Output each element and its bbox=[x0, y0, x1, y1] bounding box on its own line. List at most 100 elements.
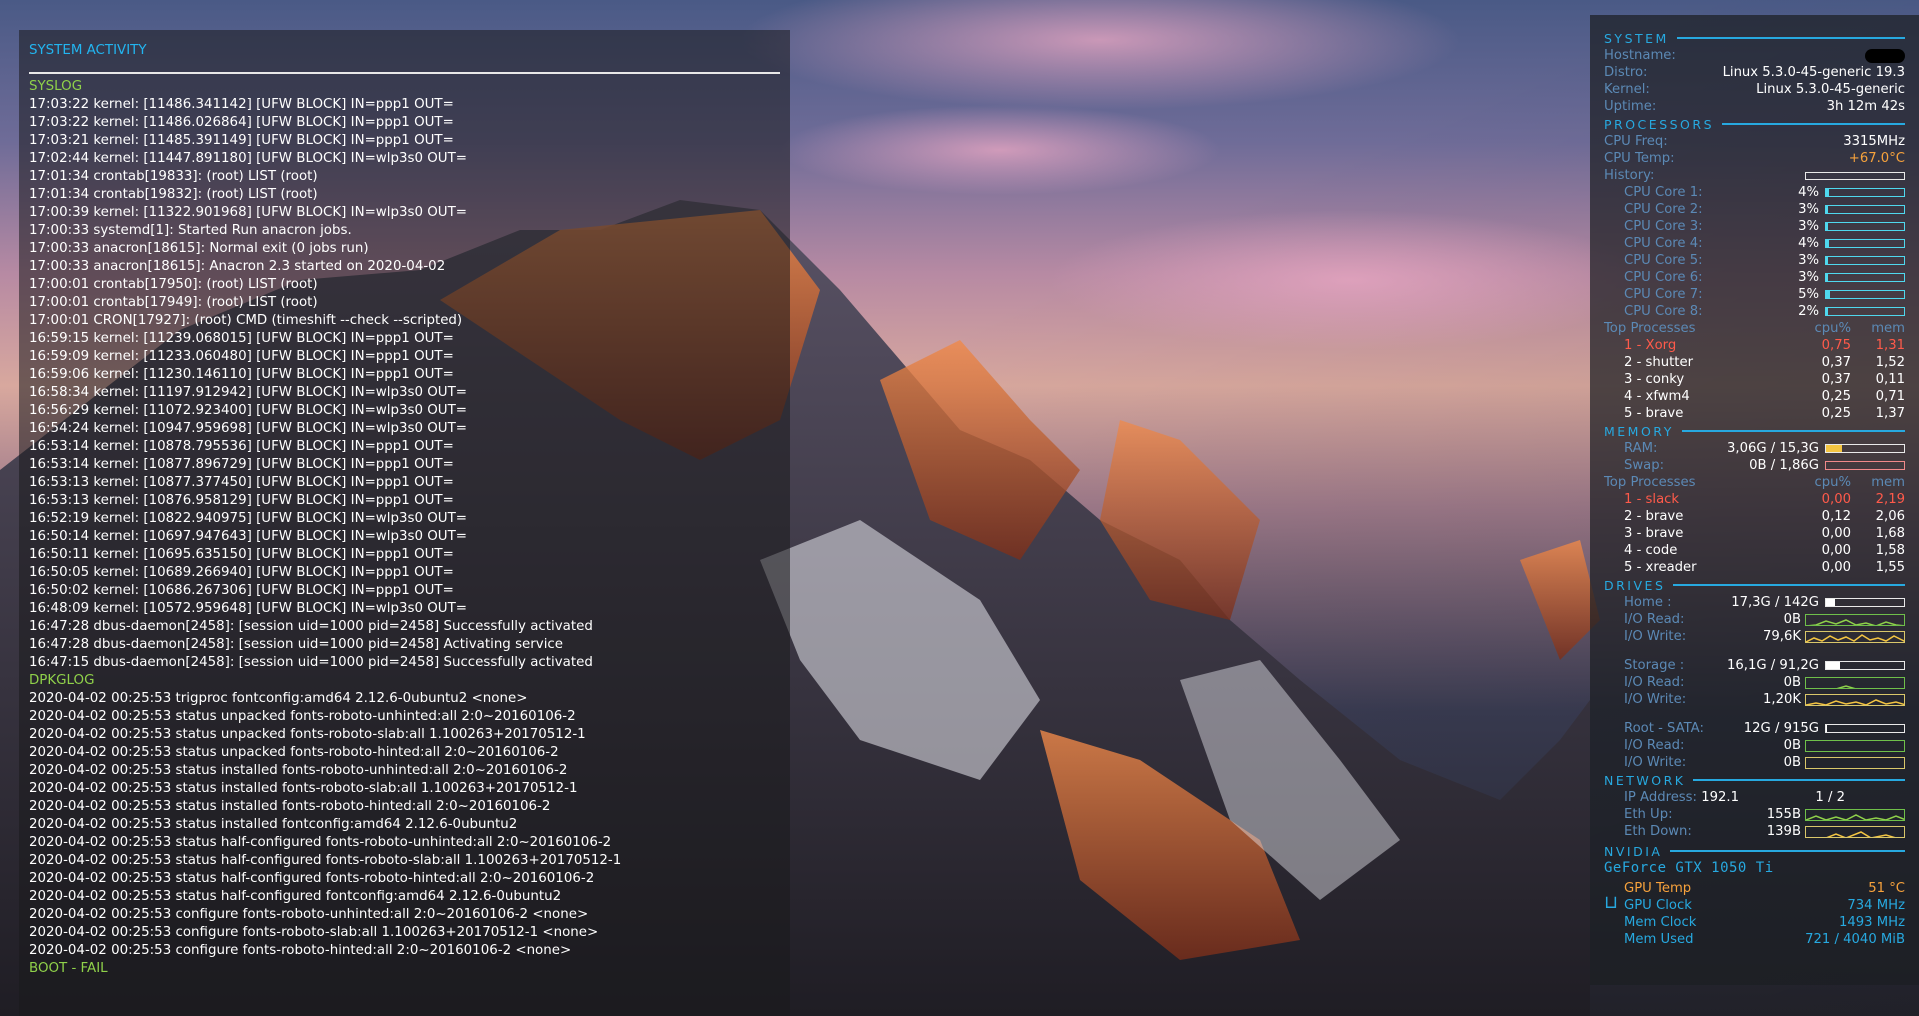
syslog-line: 16:53:14 kernel: [10878.795536] [UFW BLO… bbox=[29, 439, 454, 454]
cpu-core-label: CPU Core 4: bbox=[1624, 236, 1703, 251]
cpu-core-label: CPU Core 7: bbox=[1624, 287, 1703, 302]
nvidia-section-header: NVIDIA bbox=[1604, 842, 1905, 860]
system-activity-panel: SYSTEM ACTIVITY SYSLOG 17:03:22 kernel: … bbox=[19, 30, 790, 1016]
syslog-line: 17:01:34 crontab[19832]: (root) LIST (ro… bbox=[29, 187, 318, 202]
dpkglog-line: 2020-04-02 00:25:53 status unpacked font… bbox=[29, 745, 559, 760]
cpu-core-label: CPU Core 1: bbox=[1624, 185, 1703, 200]
cpu-freq-row: CPU Freq: 3315MHz bbox=[1604, 133, 1905, 150]
process-mem: 1,55 bbox=[1875, 560, 1905, 575]
eth-down-label: Eth Down: bbox=[1624, 824, 1692, 839]
gpu-temp-value: 51 °C bbox=[1868, 881, 1905, 896]
process-row: 4 - xfwm4 0,25 0,71 bbox=[1604, 388, 1905, 405]
cpu-core-bar bbox=[1825, 290, 1905, 299]
process-row: 5 - xreader 0,00 1,55 bbox=[1604, 559, 1905, 576]
process-row: 1 - Xorg 0,75 1,31 bbox=[1604, 337, 1905, 354]
gpu-temp-row: GPU Temp 51 °C bbox=[1624, 880, 1905, 897]
process-mem: 0,71 bbox=[1875, 389, 1905, 404]
ram-row: RAM: 3,06G / 15,3G bbox=[1604, 440, 1905, 457]
process-row: 5 - brave 0,25 1,37 bbox=[1604, 405, 1905, 422]
distro-row: Distro: Linux 5.3.0-45-generic 19.3 bbox=[1604, 64, 1905, 81]
syslog-line: 16:59:09 kernel: [11233.060480] [UFW BLO… bbox=[29, 349, 454, 364]
syslog-line: 17:00:33 systemd[1]: Started Run anacron… bbox=[29, 223, 352, 238]
mem-clock-value: 1493 MHz bbox=[1839, 915, 1905, 930]
root-write-row: I/O Write: 0B bbox=[1604, 754, 1905, 771]
mem-clock-row: Mem Clock 1493 MHz bbox=[1624, 914, 1905, 931]
cpu-core-label: CPU Core 3: bbox=[1624, 219, 1703, 234]
process-cpu: 0,37 bbox=[1821, 355, 1851, 370]
dpkglog-line: 2020-04-02 00:25:53 configure fonts-robo… bbox=[29, 943, 572, 958]
storage-read-label: I/O Read: bbox=[1624, 675, 1685, 690]
cpu-core-bar bbox=[1825, 273, 1905, 282]
root-drive-bar bbox=[1825, 724, 1905, 733]
syslog-line: 17:00:01 crontab[17950]: (root) LIST (ro… bbox=[29, 277, 318, 292]
syslog-line: 17:03:22 kernel: [11486.026864] [UFW BLO… bbox=[29, 115, 454, 130]
syslog-line: 17:03:21 kernel: [11485.391149] [UFW BLO… bbox=[29, 133, 454, 148]
mem-used-label: Mem Used bbox=[1624, 932, 1694, 947]
gpu-clock-row: GPU Clock 734 MHz bbox=[1624, 897, 1905, 914]
swap-row: Swap: 0B / 1,86G bbox=[1604, 457, 1905, 474]
kernel-row: Kernel: Linux 5.3.0-45-generic bbox=[1604, 81, 1905, 98]
root-drive-label: Root - SATA: bbox=[1624, 721, 1704, 736]
root-write-graph bbox=[1805, 756, 1905, 769]
system-section-header: SYSTEM bbox=[1604, 29, 1905, 47]
dpkglog-list: 2020-04-02 00:25:53 trigproc fontconfig:… bbox=[29, 690, 780, 960]
cpu-core-bar bbox=[1825, 222, 1905, 231]
root-read-graph bbox=[1805, 739, 1905, 752]
syslog-line: 17:00:33 anacron[18615]: Normal exit (0 … bbox=[29, 241, 369, 256]
storage-read-row: I/O Read: 0B bbox=[1604, 674, 1905, 691]
ip-value-a: 192.1 bbox=[1701, 790, 1739, 805]
conky-monitor-panel: SYSTEM Hostname: Distro: Linux 5.3.0-45-… bbox=[1590, 15, 1919, 985]
kernel-label: Kernel: bbox=[1604, 82, 1650, 97]
cpu-core-percent: 5% bbox=[1798, 287, 1819, 302]
cpu-core-label: CPU Core 2: bbox=[1624, 202, 1703, 217]
syslog-line: 16:53:13 kernel: [10877.377450] [UFW BLO… bbox=[29, 475, 454, 490]
syslog-line: 16:50:11 kernel: [10695.635150] [UFW BLO… bbox=[29, 547, 454, 562]
storage-write-label: I/O Write: bbox=[1624, 692, 1687, 707]
storage-drive-bar-fill bbox=[1826, 662, 1841, 669]
cpu-core-bar-fill bbox=[1826, 274, 1829, 281]
boot-header: BOOT - FAIL bbox=[29, 961, 108, 976]
root-read-value: 0B bbox=[1783, 738, 1801, 753]
cpu-core-percent: 3% bbox=[1798, 202, 1819, 217]
dpkglog-line: 2020-04-02 00:25:53 configure fonts-robo… bbox=[29, 907, 589, 922]
storage-drive-row: Storage : 16,1G / 91,2G bbox=[1604, 657, 1905, 674]
process-row: 3 - brave 0,00 1,68 bbox=[1604, 525, 1905, 542]
cpu-history-graph bbox=[1805, 171, 1905, 180]
ram-label: RAM: bbox=[1624, 441, 1658, 456]
cpu-core-percent: 2% bbox=[1798, 304, 1819, 319]
root-read-label: I/O Read: bbox=[1624, 738, 1685, 753]
dpkglog-line: 2020-04-02 00:25:53 status half-configur… bbox=[29, 835, 612, 850]
root-drive-value: 12G / 915G bbox=[1743, 721, 1819, 736]
storage-write-row: I/O Write: 1,20K bbox=[1604, 691, 1905, 708]
syslog-line: 16:50:05 kernel: [10689.266940] [UFW BLO… bbox=[29, 565, 454, 580]
cpu-core-bar bbox=[1825, 188, 1905, 197]
cpu-temp-label: CPU Temp: bbox=[1604, 151, 1675, 166]
cpu-core-label: CPU Core 6: bbox=[1624, 270, 1703, 285]
memory-section-header: MEMORY bbox=[1604, 422, 1905, 440]
dpkglog-line: 2020-04-02 00:25:53 status half-configur… bbox=[29, 853, 622, 868]
cpu-core-bar bbox=[1825, 239, 1905, 248]
cpu-core-label: CPU Core 8: bbox=[1624, 304, 1703, 319]
storage-read-graph bbox=[1805, 676, 1905, 689]
hostname-redacted bbox=[1865, 48, 1905, 63]
process-mem: 1,37 bbox=[1875, 406, 1905, 421]
process-name: 5 - brave bbox=[1624, 406, 1684, 421]
cpu-core-label: CPU Core 5: bbox=[1624, 253, 1703, 268]
home-read-graph bbox=[1805, 613, 1905, 626]
syslog-line: 16:58:34 kernel: [11197.912942] [UFW BLO… bbox=[29, 385, 467, 400]
cpu-core-bar-fill bbox=[1826, 257, 1829, 264]
home-read-value: 0B bbox=[1783, 612, 1801, 627]
mem-clock-label: Mem Clock bbox=[1624, 915, 1697, 930]
process-row: 3 - conky 0,37 0,11 bbox=[1604, 371, 1905, 388]
cpu-core-bar bbox=[1825, 307, 1905, 316]
ram-bar bbox=[1825, 444, 1905, 453]
process-mem: 2,06 bbox=[1875, 509, 1905, 524]
syslog-line: 16:47:28 dbus-daemon[2458]: [session uid… bbox=[29, 619, 593, 634]
process-cpu: 0,00 bbox=[1821, 543, 1851, 558]
uptime-row: Uptime: 3h 12m 42s bbox=[1604, 98, 1905, 115]
uptime-label: Uptime: bbox=[1604, 99, 1657, 114]
syslog-line: 16:47:15 dbus-daemon[2458]: [session uid… bbox=[29, 655, 593, 670]
process-cpu: 0,37 bbox=[1821, 372, 1851, 387]
cpu-core-bar-fill bbox=[1826, 189, 1830, 196]
process-row: 4 - code 0,00 1,58 bbox=[1604, 542, 1905, 559]
